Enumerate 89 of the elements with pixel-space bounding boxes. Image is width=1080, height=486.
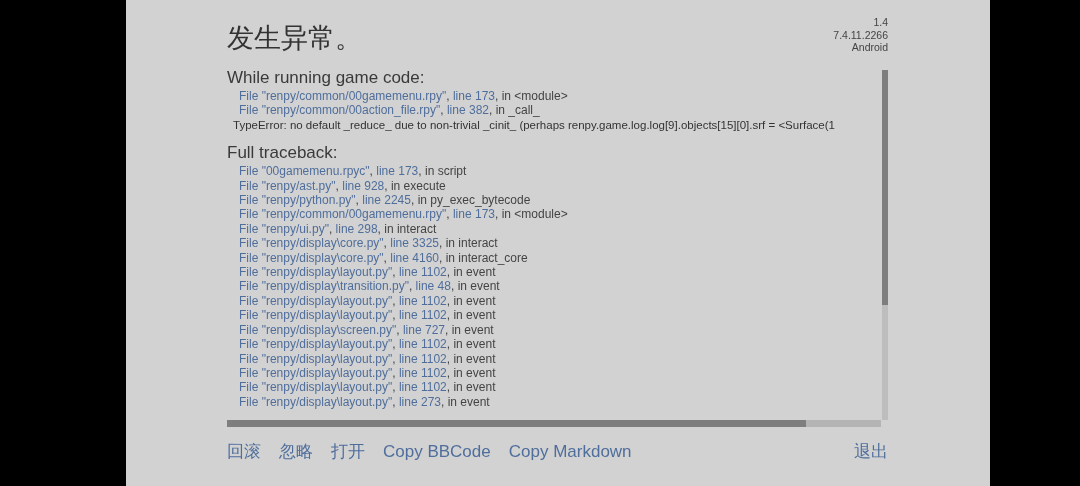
function-text: , in execute bbox=[384, 178, 446, 193]
file-link[interactable]: File "renpy/display\layout.py" bbox=[239, 308, 393, 323]
error-message: TypeError: no default _reduce_ due to non-trivial _cinit_ (perhaps renpy.game.log.log[9].objects[15][0].srf = <Surface(1 bbox=[232, 117, 836, 133]
version-text: 7.4.11.2266 bbox=[833, 28, 888, 41]
line-link[interactable]: line 382 bbox=[446, 103, 489, 118]
separator-text: , bbox=[392, 337, 397, 352]
separator-text: , bbox=[392, 351, 397, 366]
function-text: , in event bbox=[446, 351, 496, 366]
separator-text: , bbox=[355, 193, 360, 208]
action-button[interactable]: Copy Markdown bbox=[508, 441, 632, 462]
line-link[interactable]: line 1102 bbox=[398, 380, 447, 395]
separator-text: , bbox=[383, 250, 388, 265]
file-link[interactable]: File "renpy/display\layout.py" bbox=[239, 365, 393, 380]
line-link[interactable]: line 3325 bbox=[390, 236, 439, 251]
line-link[interactable]: line 1102 bbox=[398, 351, 447, 366]
separator-text: , bbox=[392, 308, 397, 323]
file-link[interactable]: File "00gamemenu.rpyc" bbox=[239, 164, 370, 179]
function-text: , in event bbox=[446, 365, 496, 380]
version-text: 1.4 bbox=[872, 16, 888, 29]
file-link[interactable]: File "renpy/display\transition.py" bbox=[239, 279, 409, 294]
separator-text: , bbox=[396, 322, 401, 337]
file-link[interactable]: File "renpy/display\layout.py" bbox=[239, 394, 393, 409]
separator-text: , bbox=[335, 178, 340, 193]
line-link[interactable]: line 1102 bbox=[398, 265, 447, 280]
function-text: , in event bbox=[446, 293, 496, 308]
separator-text: , bbox=[392, 265, 397, 280]
separator-text: , bbox=[392, 365, 397, 380]
line-link[interactable]: line 173 bbox=[452, 89, 495, 103]
section-heading: While running game code: bbox=[227, 68, 426, 88]
action-button[interactable]: 忽略 bbox=[279, 440, 313, 463]
function-text: , in interact bbox=[439, 236, 498, 251]
file-link[interactable]: File "renpy/display\core.py" bbox=[239, 236, 384, 251]
line-link[interactable]: line 1102 bbox=[398, 308, 447, 323]
file-link[interactable]: File "renpy/display\core.py" bbox=[239, 250, 384, 265]
file-link[interactable]: File "renpy/display\layout.py" bbox=[239, 293, 393, 308]
function-text: , in <module> bbox=[495, 207, 568, 222]
separator-text: , bbox=[369, 164, 374, 179]
file-link[interactable]: File "renpy/ui.py" bbox=[239, 221, 329, 236]
line-link[interactable]: line 1102 bbox=[398, 337, 447, 352]
separator-text: , bbox=[383, 236, 388, 251]
separator-text: , bbox=[440, 103, 445, 118]
separator-text: , bbox=[408, 279, 414, 294]
file-link[interactable]: File "renpy/display\screen.py" bbox=[239, 322, 397, 337]
file-link[interactable]: File "renpy/display\layout.py" bbox=[239, 351, 393, 366]
function-text: , in interact_core bbox=[439, 250, 528, 265]
section-heading: Full traceback: bbox=[227, 143, 339, 164]
action-button[interactable]: 回滚 bbox=[227, 440, 261, 463]
line-link[interactable]: line 4160 bbox=[390, 250, 439, 265]
horizontal-scrollbar[interactable] bbox=[227, 420, 881, 427]
function-text: , in _call_ bbox=[489, 103, 540, 118]
line-link[interactable]: line 48 bbox=[415, 279, 451, 294]
separator-text: , bbox=[392, 293, 397, 308]
separator-text: , bbox=[446, 89, 451, 103]
line-link[interactable]: line 173 bbox=[452, 207, 495, 222]
file-link[interactable]: File "renpy/display\layout.py" bbox=[239, 380, 393, 395]
action-button[interactable]: Copy BBCode bbox=[383, 441, 491, 462]
file-link[interactable]: File "renpy/common/00gamemenu.rpy" bbox=[239, 89, 447, 103]
separator-text: , bbox=[328, 221, 334, 236]
line-link[interactable]: line 2245 bbox=[362, 193, 411, 208]
line-link[interactable]: line 727 bbox=[402, 322, 445, 337]
file-link[interactable]: File "renpy/ast.py" bbox=[239, 178, 336, 193]
function-text: , in script bbox=[418, 164, 467, 179]
separator-text: , bbox=[392, 380, 397, 395]
function-text: , in event bbox=[446, 308, 496, 323]
quit-button[interactable]: 退出 bbox=[854, 440, 888, 463]
file-link[interactable]: File "renpy/display\layout.py" bbox=[239, 337, 393, 352]
line-link[interactable]: line 273 bbox=[398, 394, 441, 409]
line-link[interactable]: line 1102 bbox=[398, 365, 447, 380]
separator-text: , bbox=[392, 394, 397, 409]
function-text: , in event bbox=[446, 265, 496, 280]
function-text: , in event bbox=[446, 380, 496, 395]
function-text: , in event bbox=[451, 279, 500, 294]
error-title: 发生异常。 bbox=[227, 21, 362, 55]
line-link[interactable]: line 298 bbox=[335, 221, 378, 236]
function-text: , in py_exec_bytecode bbox=[410, 193, 531, 208]
line-link[interactable]: line 1102 bbox=[398, 293, 447, 308]
file-link[interactable]: File "renpy/display\layout.py" bbox=[239, 265, 393, 280]
vertical-scrollbar[interactable] bbox=[882, 70, 888, 420]
version-text: Android bbox=[850, 41, 888, 54]
separator-text: , bbox=[446, 207, 451, 222]
function-text: , in event bbox=[446, 337, 496, 352]
file-link[interactable]: File "renpy/common/00gamemenu.rpy" bbox=[239, 207, 447, 222]
file-link[interactable]: File "renpy/python.py" bbox=[239, 193, 356, 208]
function-text: , in event bbox=[441, 394, 490, 409]
function-text: , in event bbox=[445, 322, 494, 337]
file-link[interactable]: File "renpy/common/00action_file.rpy" bbox=[239, 103, 441, 118]
function-text: , in interact bbox=[377, 221, 437, 236]
action-button[interactable]: 打开 bbox=[331, 440, 365, 463]
function-text: , in <module> bbox=[495, 89, 568, 103]
